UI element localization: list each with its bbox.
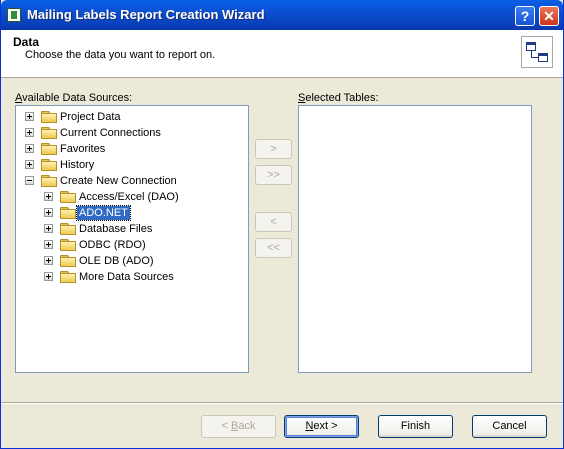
tree-item[interactable]: More Data Sources [16, 269, 246, 285]
app-icon [7, 8, 21, 22]
folder-icon [60, 255, 76, 267]
tree-item[interactable]: ODBC (RDO) [16, 237, 246, 253]
folder-icon [60, 239, 76, 251]
tree-item-label: Create New Connection [60, 175, 177, 187]
folder-icon [60, 207, 76, 219]
remove-all-tables-button[interactable]: << [255, 238, 292, 258]
folder-icon [60, 223, 76, 235]
cancel-button[interactable]: Cancel [472, 415, 547, 438]
folder-icon [41, 127, 57, 139]
window-title: Mailing Labels Report Creation Wizard [27, 7, 265, 22]
folder-icon [41, 143, 57, 155]
expand-plus-icon[interactable] [44, 256, 53, 265]
tree-item-label: History [60, 159, 95, 171]
expand-plus-icon[interactable] [44, 224, 53, 233]
tree-item[interactable]: Current Connections [16, 125, 246, 141]
finish-button[interactable]: Finish [378, 415, 453, 438]
add-table-button[interactable]: > [255, 139, 292, 159]
add-all-tables-button[interactable]: >> [255, 165, 292, 185]
expand-plus-icon[interactable] [25, 112, 34, 121]
next-button[interactable]: Next > [284, 415, 359, 438]
page-title: Data [13, 35, 40, 49]
tree-item[interactable]: OLE DB (ADO) [16, 253, 246, 269]
folder-icon [41, 159, 57, 171]
collapse-minus-icon[interactable] [25, 176, 34, 185]
wizard-header: Data Choose the data you want to report … [1, 30, 563, 78]
expand-plus-icon[interactable] [25, 128, 34, 137]
tree-item[interactable]: ADO.NET [16, 205, 246, 221]
available-data-sources-tree[interactable]: Project Data Current Connections Favorites… [15, 105, 249, 373]
tree-item[interactable]: Create New Connection [16, 173, 246, 189]
wizard-window: Mailing Labels Report Creation Wizard ? … [0, 0, 564, 449]
expand-plus-icon[interactable] [44, 272, 53, 281]
tree-item-label: More Data Sources [79, 271, 174, 283]
tree-item-label: Database Files [79, 223, 153, 235]
tree-item-label: Favorites [60, 143, 106, 155]
back-button[interactable]: < Back [201, 415, 276, 438]
page-subtitle: Choose the data you want to report on. [25, 49, 216, 61]
folder-icon [60, 271, 76, 283]
tree-item-label: Project Data [60, 111, 121, 123]
selected-tables-list[interactable] [298, 105, 532, 373]
expand-plus-icon[interactable] [44, 240, 53, 249]
available-data-sources-label: Available Data Sources: [15, 92, 133, 104]
tree-item-label: ADO.NET [76, 205, 131, 221]
footer-divider [1, 402, 563, 404]
tree-item-label: OLE DB (ADO) [79, 255, 154, 267]
folder-icon [41, 175, 57, 187]
tree-item[interactable]: Project Data [16, 109, 246, 125]
expand-plus-icon[interactable] [44, 192, 53, 201]
tree-item[interactable]: Database Files [16, 221, 246, 237]
remove-table-button[interactable]: < [255, 212, 292, 232]
help-button[interactable]: ? [515, 6, 535, 26]
tree-item-label: Current Connections [60, 127, 161, 139]
folder-icon [60, 191, 76, 203]
tree-item[interactable]: History [16, 157, 246, 173]
close-button[interactable]: ✕ [539, 6, 559, 26]
tree-item[interactable]: Access/Excel (DAO) [16, 189, 246, 205]
expand-plus-icon[interactable] [44, 208, 53, 217]
selected-tables-label: Selected Tables: [298, 92, 379, 104]
table-link-icon [521, 36, 553, 68]
tree-item-label: Access/Excel (DAO) [79, 191, 179, 203]
title-bar[interactable]: Mailing Labels Report Creation Wizard ? … [1, 0, 563, 30]
folder-icon [41, 111, 57, 123]
tree-item[interactable]: Favorites [16, 141, 246, 157]
expand-plus-icon[interactable] [25, 144, 34, 153]
expand-plus-icon[interactable] [25, 160, 34, 169]
tree-item-label: ODBC (RDO) [79, 239, 146, 251]
